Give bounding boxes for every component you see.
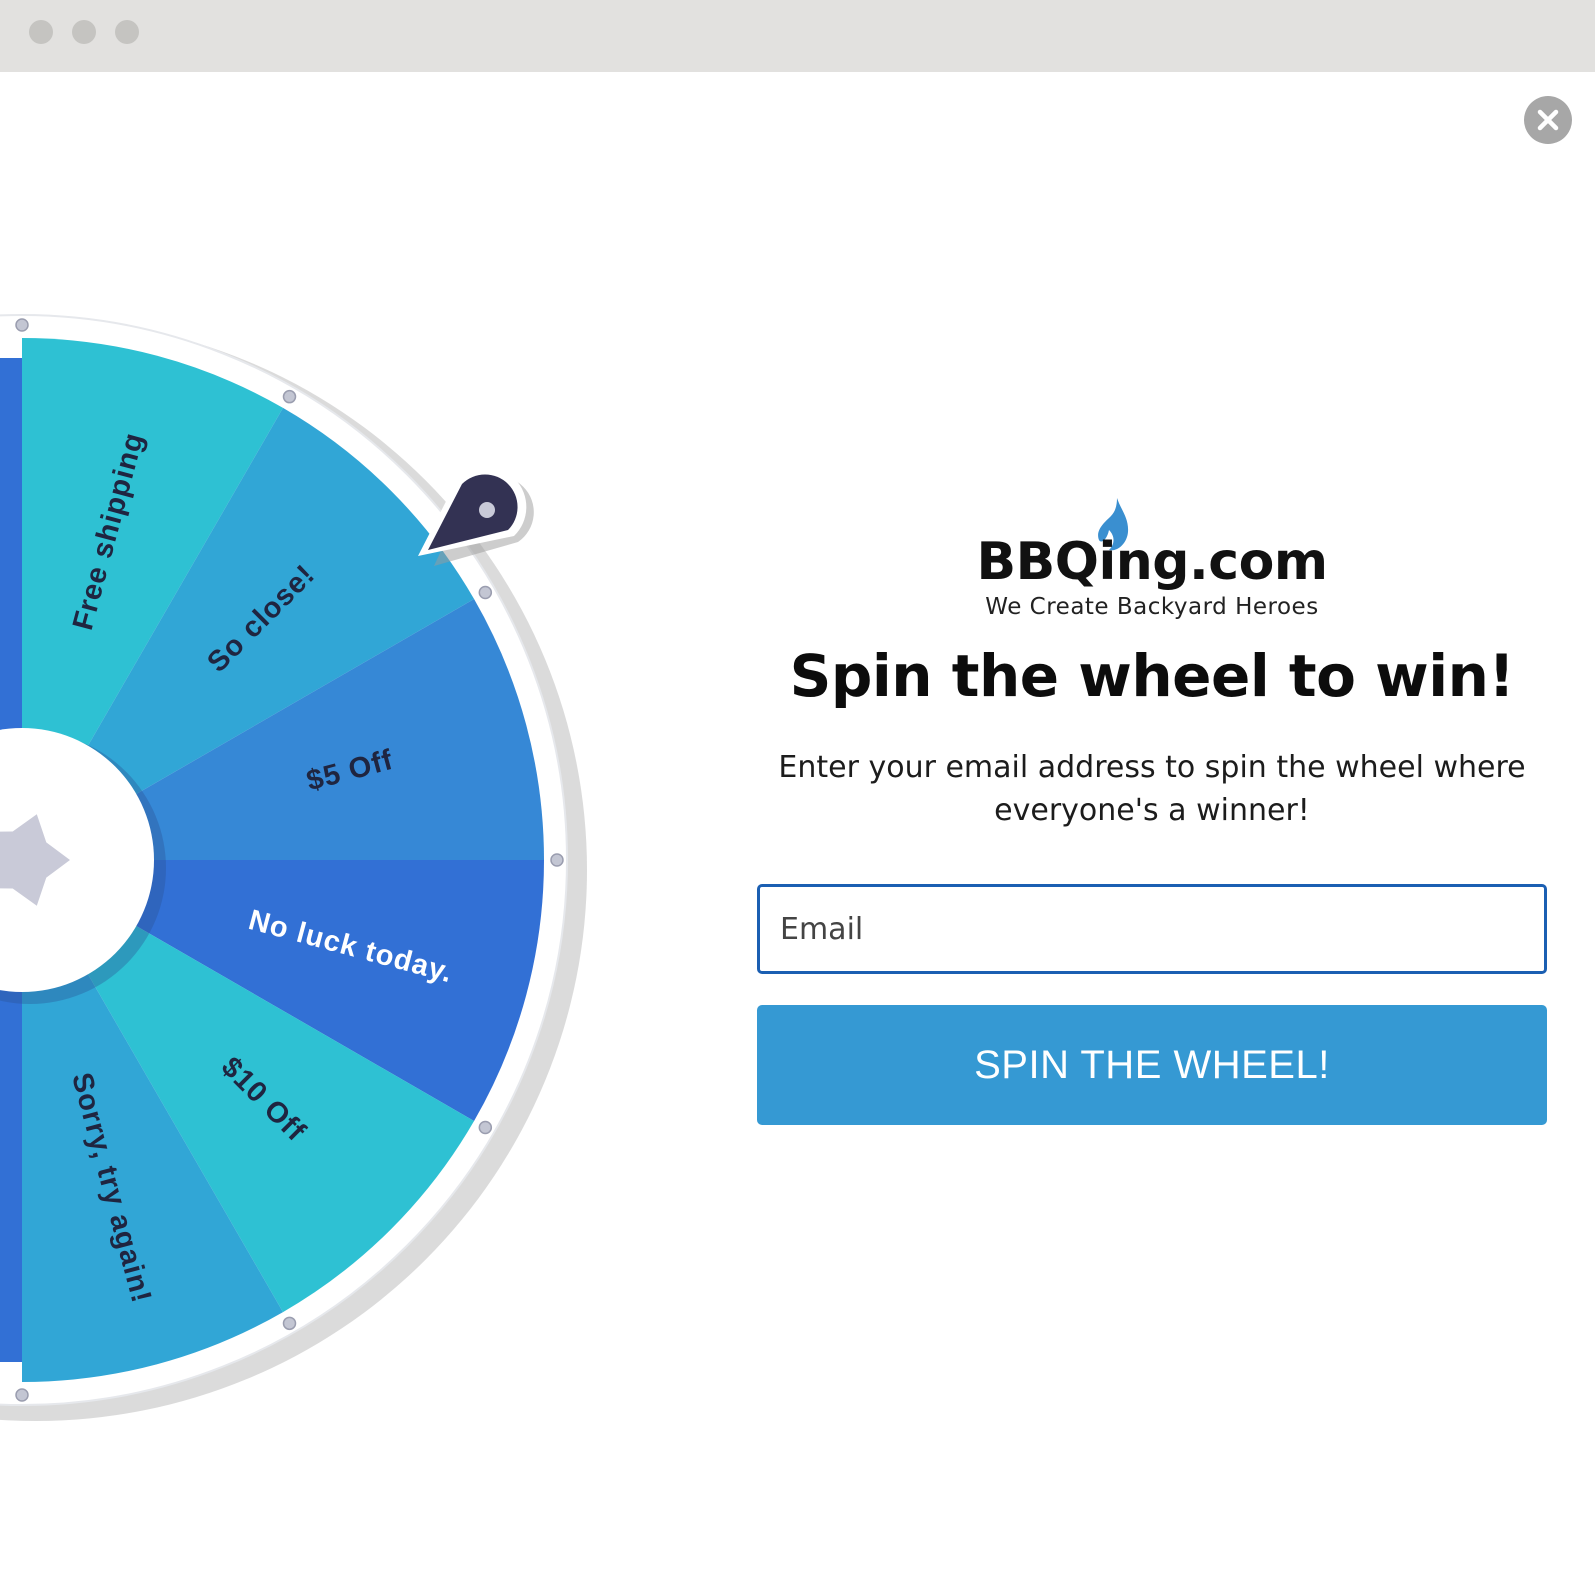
wheel-peg [282,389,297,404]
wheel-peg [478,585,493,600]
browser-title-bar [0,0,1595,72]
popup-headline: Spin the wheel to win! [789,642,1515,710]
email-input[interactable] [757,884,1547,974]
wheel-pointer-dot [479,502,495,518]
brand-tagline: We Create Backyard Heroes [985,594,1319,620]
wheel-peg [15,1388,29,1402]
prize-wheel[interactable]: Free shipping So close! $5 Off No luck toda… [0,300,620,1460]
popup-description: Enter your email address to spin the whe… [778,750,1526,828]
window-minimize-dot[interactable] [72,20,96,44]
wheel-peg [550,853,564,867]
signup-panel: BBQing.com We Create Backyard Heroes Spi… [757,480,1547,1125]
window-close-dot[interactable] [29,20,53,44]
brand-logo: BBQing.com We Create Backyard Heroes [757,480,1547,620]
window-maximize-dot[interactable] [115,20,139,44]
wheel-peg [15,318,29,332]
spin-the-wheel-button[interactable]: SPIN THE WHEEL! [757,1005,1547,1125]
wheel-peg [282,1316,297,1331]
prize-wheel-graphic: Free shipping So close!$5 OffNo luck toda… [0,314,587,1421]
brand-name: BBQing.com [976,532,1328,592]
wheel-peg [478,1120,493,1135]
close-icon [1537,109,1559,131]
close-popup-button[interactable] [1524,96,1572,144]
